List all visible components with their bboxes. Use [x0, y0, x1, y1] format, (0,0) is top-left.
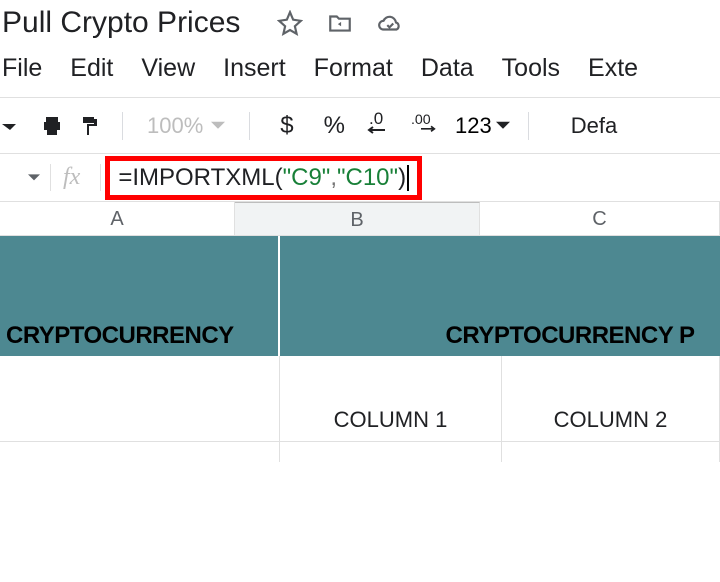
- increase-decimal-icon[interactable]: .00: [411, 108, 441, 143]
- formula-bar: fx =IMPORTXML("C9","C10"): [0, 154, 720, 202]
- text-cursor: [407, 165, 409, 191]
- menu-format[interactable]: Format: [314, 54, 393, 83]
- menu-file[interactable]: File: [2, 54, 42, 83]
- toolbar: 100% $ % .0 .00 123 Defa: [0, 97, 720, 154]
- cell[interactable]: [0, 442, 280, 462]
- header-cell-cryptocurrency[interactable]: CRYPTOCURRENCY: [0, 236, 280, 356]
- document-title[interactable]: Pull Crypto Prices: [2, 6, 240, 40]
- decrease-decimal-icon[interactable]: .0: [367, 108, 397, 143]
- move-folder-icon[interactable]: [326, 9, 354, 37]
- formula-close-paren: ): [398, 164, 406, 192]
- formula-open-paren: (: [275, 164, 283, 192]
- redo-icon[interactable]: [0, 112, 28, 140]
- menu-data[interactable]: Data: [421, 54, 474, 83]
- format-currency-button[interactable]: $: [272, 112, 301, 140]
- paint-format-icon[interactable]: [76, 112, 104, 140]
- header-cell-cryptocurrency-price[interactable]: CRYPTOCURRENCY P: [280, 236, 720, 356]
- cell-value: COLUMN 1: [334, 407, 448, 433]
- column-header-a[interactable]: A: [0, 202, 235, 235]
- menu-bar: File Edit View Insert Format Data Tools …: [0, 46, 720, 97]
- header-label: CRYPTOCURRENCY P: [446, 322, 695, 350]
- spreadsheet-grid: A B C CRYPTOCURRENCY CRYPTOCURRENCY P CO…: [0, 202, 720, 462]
- column-header-b[interactable]: B: [235, 202, 480, 235]
- formula-arg1: "C9": [283, 164, 331, 192]
- column-header-c[interactable]: C: [480, 202, 720, 235]
- formula-arg2: "C10": [337, 164, 398, 192]
- name-box-dropdown[interactable]: [0, 172, 50, 184]
- column-headers: A B C: [0, 202, 720, 236]
- menu-extensions[interactable]: Exte: [588, 54, 638, 83]
- cell[interactable]: [280, 442, 502, 462]
- zoom-dropdown[interactable]: 100%: [141, 113, 231, 139]
- table-row: [0, 442, 720, 462]
- cloud-status-icon[interactable]: [376, 9, 404, 37]
- menu-view[interactable]: View: [141, 54, 195, 83]
- table-row: CRYPTOCURRENCY CRYPTOCURRENCY P: [0, 236, 720, 356]
- zoom-value: 100%: [147, 113, 203, 139]
- cell-value: COLUMN 2: [554, 407, 668, 433]
- formula-equals: =: [118, 164, 132, 192]
- separator: [249, 112, 250, 140]
- formula-input[interactable]: =IMPORTXML("C9","C10"): [105, 156, 421, 200]
- menu-tools[interactable]: Tools: [502, 54, 560, 83]
- font-dropdown[interactable]: Defa: [571, 113, 617, 139]
- chevron-down-icon: [211, 113, 225, 139]
- separator: [528, 112, 529, 140]
- fx-label: fx: [50, 164, 101, 191]
- cell[interactable]: COLUMN 1: [280, 356, 502, 441]
- cell[interactable]: [502, 442, 720, 462]
- cell[interactable]: [0, 356, 280, 441]
- header-label: CRYPTOCURRENCY: [6, 322, 234, 350]
- table-row: COLUMN 1 COLUMN 2: [0, 356, 720, 442]
- menu-edit[interactable]: Edit: [70, 54, 113, 83]
- star-icon[interactable]: [276, 9, 304, 37]
- svg-text:.00: .00: [411, 112, 431, 128]
- formula-comma: ,: [330, 164, 337, 192]
- chevron-down-icon: [496, 119, 510, 133]
- format-percent-button[interactable]: %: [316, 112, 353, 140]
- more-formats-label: 123: [455, 113, 492, 139]
- cell[interactable]: COLUMN 2: [502, 356, 720, 441]
- svg-text:.0: .0: [369, 109, 383, 128]
- separator: [122, 112, 123, 140]
- print-icon[interactable]: [38, 112, 66, 140]
- menu-insert[interactable]: Insert: [223, 54, 286, 83]
- more-formats-button[interactable]: 123: [455, 113, 510, 139]
- formula-function-name: IMPORTXML: [132, 164, 274, 192]
